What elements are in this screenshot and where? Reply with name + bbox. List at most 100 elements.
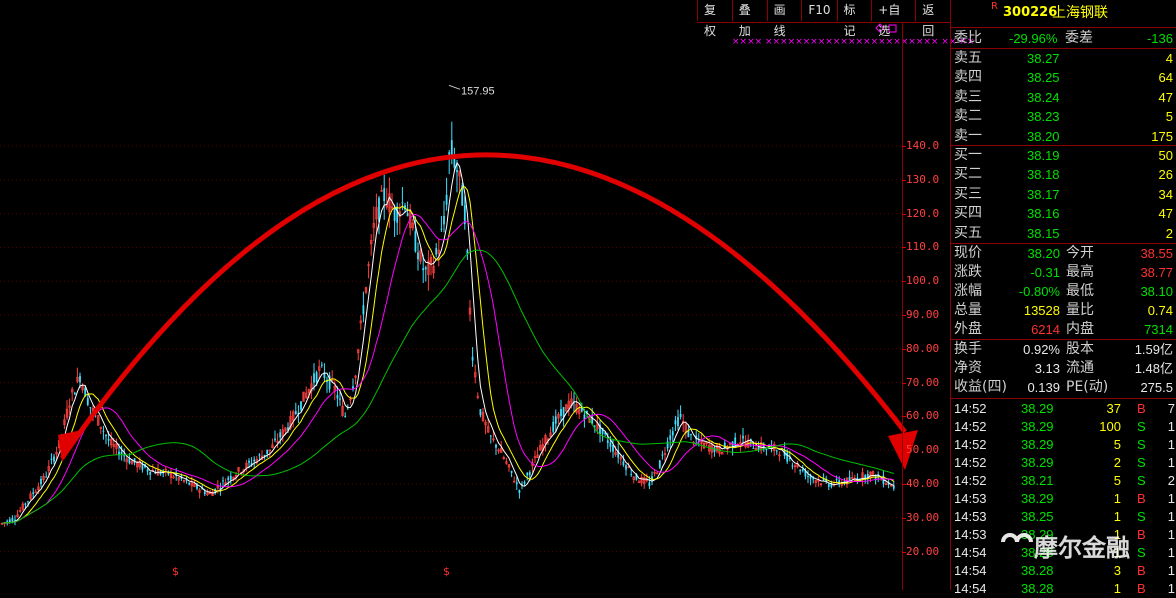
tick-side: S [1137, 437, 1146, 452]
dividend-marker[interactable]: $ [172, 565, 179, 578]
candle-body [229, 475, 232, 480]
bids-row[interactable]: 买四 38.16 47 [951, 204, 1176, 223]
candle-body [456, 169, 458, 173]
kline-chart[interactable]: 157.95 $ $ ×××× ××××××××××××××××××××××× ××… [0, 0, 974, 590]
candle-body [253, 459, 256, 462]
asks-volume: 5 [1165, 109, 1173, 125]
candle-body [471, 356, 474, 361]
ma60-line [1, 249, 894, 524]
asks-row[interactable]: 卖四 38.25 64 [951, 68, 1176, 87]
asks-price: 38.20 [1027, 128, 1060, 144]
asks-row[interactable]: 卖二 38.23 5 [951, 107, 1176, 126]
candle-body [406, 213, 409, 217]
tick-side: B [1137, 527, 1146, 542]
bids-row[interactable]: 买三 38.17 34 [951, 185, 1176, 204]
dividend-marker[interactable]: $ [443, 565, 450, 578]
candle-body [742, 435, 744, 439]
candle-body [344, 415, 347, 417]
tick-count: 1 [1167, 419, 1175, 434]
tick-row[interactable]: 14:52 38.29 5 S 1 [951, 436, 1176, 454]
y-tick-mark [902, 247, 906, 249]
y-tick-mark [902, 179, 906, 181]
candle-body [89, 407, 92, 409]
tick-volume: 1 [1113, 581, 1121, 596]
candle-body [32, 492, 35, 494]
tick-time: 14:53 [954, 527, 987, 542]
stock-name: 上海钢联 [1052, 5, 1108, 21]
toolbar-button[interactable]: F10 [801, 0, 836, 21]
tick-volume: 5 [1113, 437, 1121, 452]
tick-side: S [1137, 473, 1146, 488]
stat-label: 涨跌 [954, 264, 982, 280]
ma20-line [1, 213, 894, 524]
tick-volume: 100 [1099, 419, 1121, 434]
toolbar-button[interactable]: 叠加 [731, 0, 767, 38]
tick-row[interactable]: 14:53 38.25 1 S 1 [951, 508, 1176, 526]
asks-volume: 64 [1158, 70, 1173, 86]
ma5-line [1, 161, 895, 524]
candle-body [422, 268, 425, 271]
tick-price: 38.29 [1021, 401, 1054, 416]
watermark: 摩尔金融 [1034, 534, 1130, 562]
stat-row: 现价 38.20 今开 38.55 [951, 244, 1176, 263]
toolbar-button[interactable]: 复权 [697, 0, 732, 38]
tick-row[interactable]: 14:52 38.29 37 B 7 [951, 400, 1176, 418]
candle-body [102, 430, 105, 432]
candle-body [666, 441, 669, 449]
candle-body [320, 364, 323, 366]
tick-price: 38.28 [1021, 581, 1054, 596]
asks-row[interactable]: 卖三 38.24 47 [951, 88, 1176, 107]
stock-title[interactable]: R 300226 上海钢联 [951, 0, 1176, 26]
toolbar-button[interactable]: 返回 [915, 0, 950, 38]
candle-body [383, 188, 386, 202]
tick-side: S [1137, 545, 1146, 560]
candle-body [554, 416, 557, 424]
peak-label: 157.95 [461, 85, 495, 97]
stat-row: 涨跌 -0.31 最高 38.77 [951, 263, 1176, 282]
tick-row[interactable]: 14:52 38.29 2 S 1 [951, 454, 1176, 472]
bids-volume: 34 [1158, 186, 1173, 202]
candle-body [630, 474, 633, 476]
y-tick-mark [902, 416, 906, 418]
candle-body [300, 401, 302, 410]
tick-row[interactable]: 14:54 38.28 1 B 1 [951, 580, 1176, 598]
asks-row[interactable]: 卖一 38.20 175 [951, 127, 1176, 146]
candle-body [315, 372, 318, 383]
toolbar-button[interactable]: 画线 [766, 0, 802, 38]
tick-volume: 37 [1106, 401, 1121, 416]
y-tick-label: 30.00 [906, 510, 940, 524]
tick-side: B [1137, 401, 1146, 416]
candle-body [362, 305, 365, 315]
asks-row[interactable]: 卖五 38.27 4 [951, 49, 1176, 68]
quote-panel: R 300226 上海钢联 委比 -29.96% 委差 -136 卖五 38.27… [950, 0, 1176, 596]
fundamental-row: 净资 3.13 流通 1.48亿 [951, 359, 1176, 378]
bids-row[interactable]: 买一 38.19 50 [951, 146, 1176, 165]
stock-code: 300226 [1003, 5, 1058, 20]
bids-row[interactable]: 买五 38.15 2 [951, 224, 1176, 243]
candle-body [892, 485, 895, 489]
stat-label: 最高 [1066, 264, 1094, 280]
candle-body [661, 454, 664, 456]
bids-label: 买三 [954, 185, 982, 202]
divider [951, 398, 1176, 399]
candle-body [50, 458, 53, 460]
toolbar-button[interactable]: 标记 [836, 0, 872, 38]
tick-price: 38.25 [1021, 509, 1054, 524]
stat-label: 流通 [1066, 360, 1094, 376]
asks-price: 38.27 [1027, 51, 1060, 66]
tick-row[interactable]: 14:52 38.21 5 S 2 [951, 472, 1176, 490]
tick-row[interactable]: 14:53 38.29 1 B 1 [951, 490, 1176, 508]
tick-row[interactable]: 14:54 38.28 3 B 1 [951, 562, 1176, 580]
toolbar-button[interactable]: +自选 [871, 0, 915, 38]
bids-price: 38.19 [1027, 148, 1060, 163]
y-tick-mark [902, 551, 906, 553]
bids-label: 买五 [954, 224, 982, 241]
bids-row[interactable]: 买二 38.18 26 [951, 165, 1176, 184]
candle-body [40, 478, 42, 485]
stat-label: 今开 [1066, 245, 1094, 261]
candle-body [606, 440, 609, 444]
tick-time: 14:52 [954, 473, 987, 488]
tick-row[interactable]: 14:52 38.29 100 S 1 [951, 418, 1176, 436]
stat-label: 涨幅 [954, 283, 982, 299]
candle-body [435, 248, 438, 255]
